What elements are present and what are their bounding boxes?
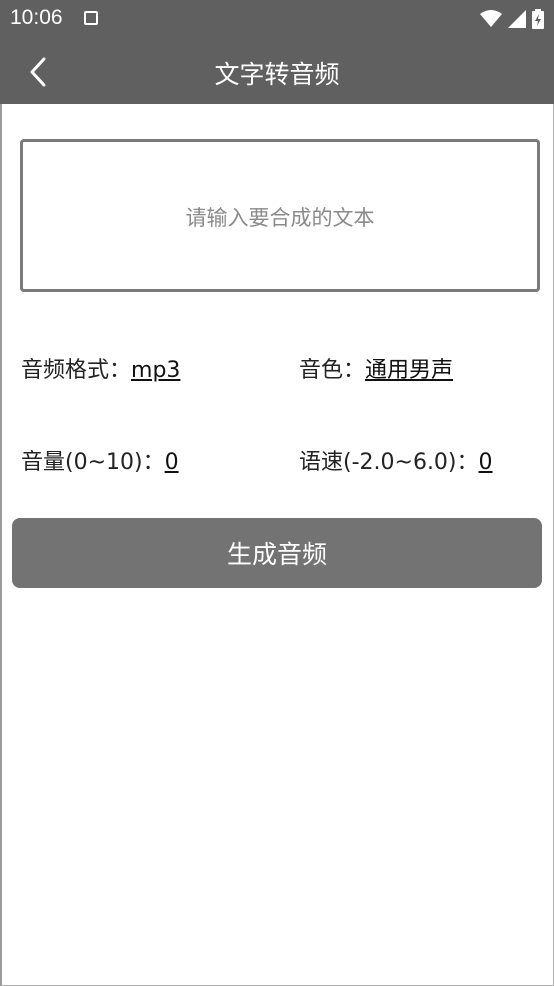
signal-icon — [508, 10, 526, 28]
format-value[interactable]: mp3 — [131, 358, 180, 383]
speed-value[interactable]: 0 — [479, 450, 493, 475]
format-label: 音频格式： — [21, 358, 132, 383]
page-title: 文字转音频 — [214, 60, 340, 89]
volume-label: 音量(0~10)： — [21, 450, 165, 475]
text-input[interactable] — [23, 142, 537, 289]
volume-option: 音量(0~10)：0 — [21, 444, 179, 476]
status-icons — [480, 9, 544, 29]
volume-value[interactable]: 0 — [165, 450, 179, 475]
status-time: 10:06 — [10, 6, 63, 29]
text-input-box[interactable] — [20, 139, 540, 292]
speed-label: 语速(-2.0~6.0)： — [299, 450, 479, 475]
format-option: 音频格式：mp3 — [21, 352, 180, 384]
app-bar: 文字转音频 — [0, 38, 554, 104]
notification-icon — [84, 11, 98, 25]
wifi-icon — [480, 10, 502, 27]
generate-audio-button[interactable]: 生成音频 — [12, 518, 542, 588]
speed-option: 语速(-2.0~6.0)：0 — [299, 444, 493, 476]
voice-label: 音色： — [299, 358, 366, 383]
voice-option: 音色：通用男声 — [299, 352, 453, 384]
voice-value[interactable]: 通用男声 — [365, 358, 453, 383]
status-bar: 10:06 — [0, 0, 554, 38]
battery-icon — [532, 9, 544, 29]
